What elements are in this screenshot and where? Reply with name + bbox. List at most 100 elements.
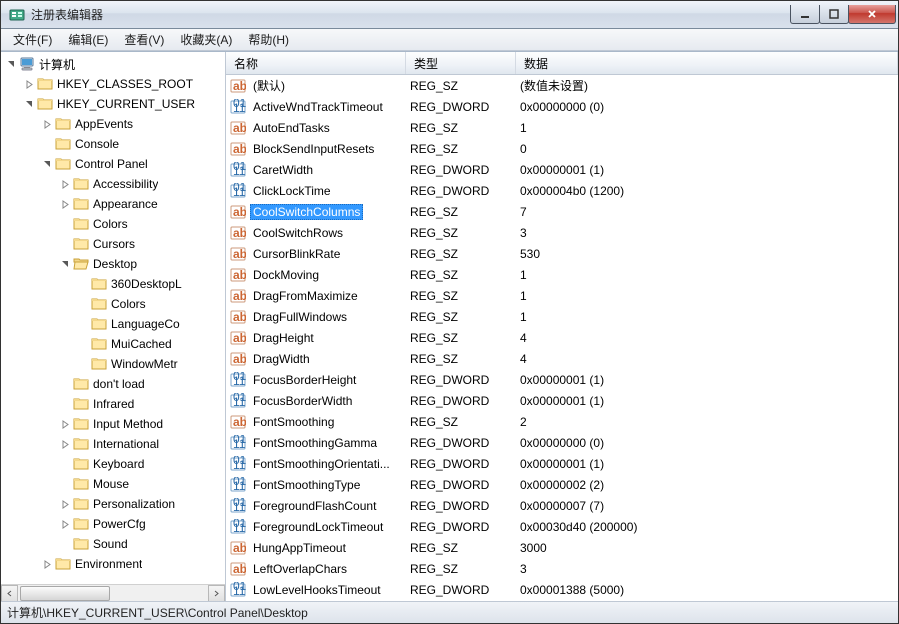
folder-icon xyxy=(55,136,71,152)
value-type: REG_SZ xyxy=(406,79,516,93)
menu-file[interactable]: 文件(F) xyxy=(5,29,60,50)
tree-item[interactable]: PowerCfg xyxy=(1,514,225,534)
list-row[interactable]: abCoolSwitchRowsREG_SZ3 xyxy=(226,222,898,243)
tree-item[interactable]: Mouse xyxy=(1,474,225,494)
tree-item[interactable]: AppEvents xyxy=(1,114,225,134)
folder-icon xyxy=(73,236,89,252)
tree-item[interactable]: HKEY_CURRENT_USER xyxy=(1,94,225,114)
expand-icon[interactable] xyxy=(23,78,35,90)
list-row[interactable]: 011110ForegroundFlashCountREG_DWORD0x000… xyxy=(226,495,898,516)
menu-edit[interactable]: 编辑(E) xyxy=(60,29,116,50)
collapse-icon[interactable] xyxy=(5,58,17,70)
tree-hscrollbar[interactable] xyxy=(1,584,225,601)
expand-icon[interactable] xyxy=(41,558,53,570)
expand-icon[interactable] xyxy=(59,518,71,530)
scroll-track[interactable] xyxy=(18,585,208,602)
titlebar[interactable]: 注册表编辑器 xyxy=(1,1,898,29)
scroll-right-button[interactable] xyxy=(208,585,225,602)
tree-item[interactable]: MuiCached xyxy=(1,334,225,354)
tree-item[interactable]: HKEY_CLASSES_ROOT xyxy=(1,74,225,94)
tree-item[interactable]: don't load xyxy=(1,374,225,394)
computer-icon xyxy=(19,56,35,72)
list-row[interactable]: abCursorBlinkRateREG_SZ530 xyxy=(226,243,898,264)
collapse-icon[interactable] xyxy=(41,158,53,170)
tree-item[interactable]: Control Panel xyxy=(1,154,225,174)
list-row[interactable]: abDockMovingREG_SZ1 xyxy=(226,264,898,285)
collapse-icon[interactable] xyxy=(59,258,71,270)
close-button[interactable] xyxy=(848,5,896,24)
value-data: 0 xyxy=(516,142,898,156)
column-type[interactable]: 类型 xyxy=(406,52,516,74)
tree-item[interactable]: Colors xyxy=(1,214,225,234)
value-type: REG_DWORD xyxy=(406,436,516,450)
list-row[interactable]: abDragFullWindowsREG_SZ1 xyxy=(226,306,898,327)
expand-icon[interactable] xyxy=(59,418,71,430)
list-row[interactable]: 011110FocusBorderWidthREG_DWORD0x0000000… xyxy=(226,390,898,411)
value-name: HungAppTimeout xyxy=(250,540,349,556)
expand-icon[interactable] xyxy=(41,118,53,130)
tree-item[interactable]: 360DesktopL xyxy=(1,274,225,294)
menu-favorites[interactable]: 收藏夹(A) xyxy=(172,29,240,50)
tree-item[interactable]: Appearance xyxy=(1,194,225,214)
tree-item[interactable]: Keyboard xyxy=(1,454,225,474)
tree-item[interactable]: WindowMetr xyxy=(1,354,225,374)
list-row[interactable]: 011110FontSmoothingOrientati...REG_DWORD… xyxy=(226,453,898,474)
menu-help[interactable]: 帮助(H) xyxy=(240,29,297,50)
list-row[interactable]: abDragFromMaximizeREG_SZ1 xyxy=(226,285,898,306)
list-row[interactable]: abCoolSwitchColumnsREG_SZ7 xyxy=(226,201,898,222)
tree-item[interactable]: Desktop xyxy=(1,254,225,274)
list-row[interactable]: abDragHeightREG_SZ4 xyxy=(226,327,898,348)
tree-item[interactable]: Colors xyxy=(1,294,225,314)
tree-item[interactable]: Input Method xyxy=(1,414,225,434)
window-title: 注册表编辑器 xyxy=(31,6,791,23)
tree-item[interactable]: International xyxy=(1,434,225,454)
tree-pane: 计算机HKEY_CLASSES_ROOTHKEY_CURRENT_USERApp… xyxy=(1,52,226,601)
column-data[interactable]: 数据 xyxy=(516,52,898,74)
list-row[interactable]: 011110ForegroundLockTimeoutREG_DWORD0x00… xyxy=(226,516,898,537)
tree-item[interactable]: Sound xyxy=(1,534,225,554)
menu-view[interactable]: 查看(V) xyxy=(116,29,172,50)
list-row[interactable]: 011110ClickLockTimeREG_DWORD0x000004b0 (… xyxy=(226,180,898,201)
scroll-thumb[interactable] xyxy=(20,586,110,601)
tree-item[interactable]: Accessibility xyxy=(1,174,225,194)
maximize-button[interactable] xyxy=(819,5,849,24)
binary-value-icon: 011110 xyxy=(230,435,246,451)
tree-item[interactable]: Cursors xyxy=(1,234,225,254)
expand-icon[interactable] xyxy=(59,498,71,510)
expand-icon[interactable] xyxy=(59,178,71,190)
expand-icon[interactable] xyxy=(59,198,71,210)
list-row[interactable]: 011110FocusBorderHeightREG_DWORD0x000000… xyxy=(226,369,898,390)
tree-item[interactable]: Infrared xyxy=(1,394,225,414)
collapse-icon[interactable] xyxy=(23,98,35,110)
tree-item[interactable]: Console xyxy=(1,134,225,154)
expand-icon[interactable] xyxy=(59,438,71,450)
list-row[interactable]: abLeftOverlapCharsREG_SZ3 xyxy=(226,558,898,579)
tree-item-label: Appearance xyxy=(93,197,158,211)
value-name: CaretWidth xyxy=(250,162,316,178)
list-row[interactable]: abHungAppTimeoutREG_SZ3000 xyxy=(226,537,898,558)
scroll-left-button[interactable] xyxy=(1,585,18,602)
list-row[interactable]: 011110CaretWidthREG_DWORD0x00000001 (1) xyxy=(226,159,898,180)
list-row[interactable]: 011110FontSmoothingGammaREG_DWORD0x00000… xyxy=(226,432,898,453)
list-row[interactable]: abBlockSendInputResetsREG_SZ0 xyxy=(226,138,898,159)
list-view[interactable]: ab(默认)REG_SZ(数值未设置)011110ActiveWndTrackT… xyxy=(226,75,898,601)
tree-item[interactable]: LanguageCo xyxy=(1,314,225,334)
list-row[interactable]: 011110FontSmoothingTypeREG_DWORD0x000000… xyxy=(226,474,898,495)
value-name: DragFullWindows xyxy=(250,309,350,325)
column-name[interactable]: 名称 xyxy=(226,52,406,74)
list-row[interactable]: ab(默认)REG_SZ(数值未设置) xyxy=(226,75,898,96)
list-row[interactable]: abAutoEndTasksREG_SZ1 xyxy=(226,117,898,138)
svg-text:110: 110 xyxy=(233,479,246,493)
list-row[interactable]: 011110ActiveWndTrackTimeoutREG_DWORD0x00… xyxy=(226,96,898,117)
tree-item[interactable]: Environment xyxy=(1,554,225,574)
string-value-icon: ab xyxy=(230,120,246,136)
list-row[interactable]: 011110LowLevelHooksTimeoutREG_DWORD0x000… xyxy=(226,579,898,600)
svg-text:110: 110 xyxy=(233,101,246,115)
tree-item[interactable]: Personalization xyxy=(1,494,225,514)
tree-item[interactable]: 计算机 xyxy=(1,54,225,74)
svg-text:110: 110 xyxy=(233,437,246,451)
minimize-button[interactable] xyxy=(790,5,820,24)
list-row[interactable]: abDragWidthREG_SZ4 xyxy=(226,348,898,369)
tree-view[interactable]: 计算机HKEY_CLASSES_ROOTHKEY_CURRENT_USERApp… xyxy=(1,52,225,584)
list-row[interactable]: abFontSmoothingREG_SZ2 xyxy=(226,411,898,432)
